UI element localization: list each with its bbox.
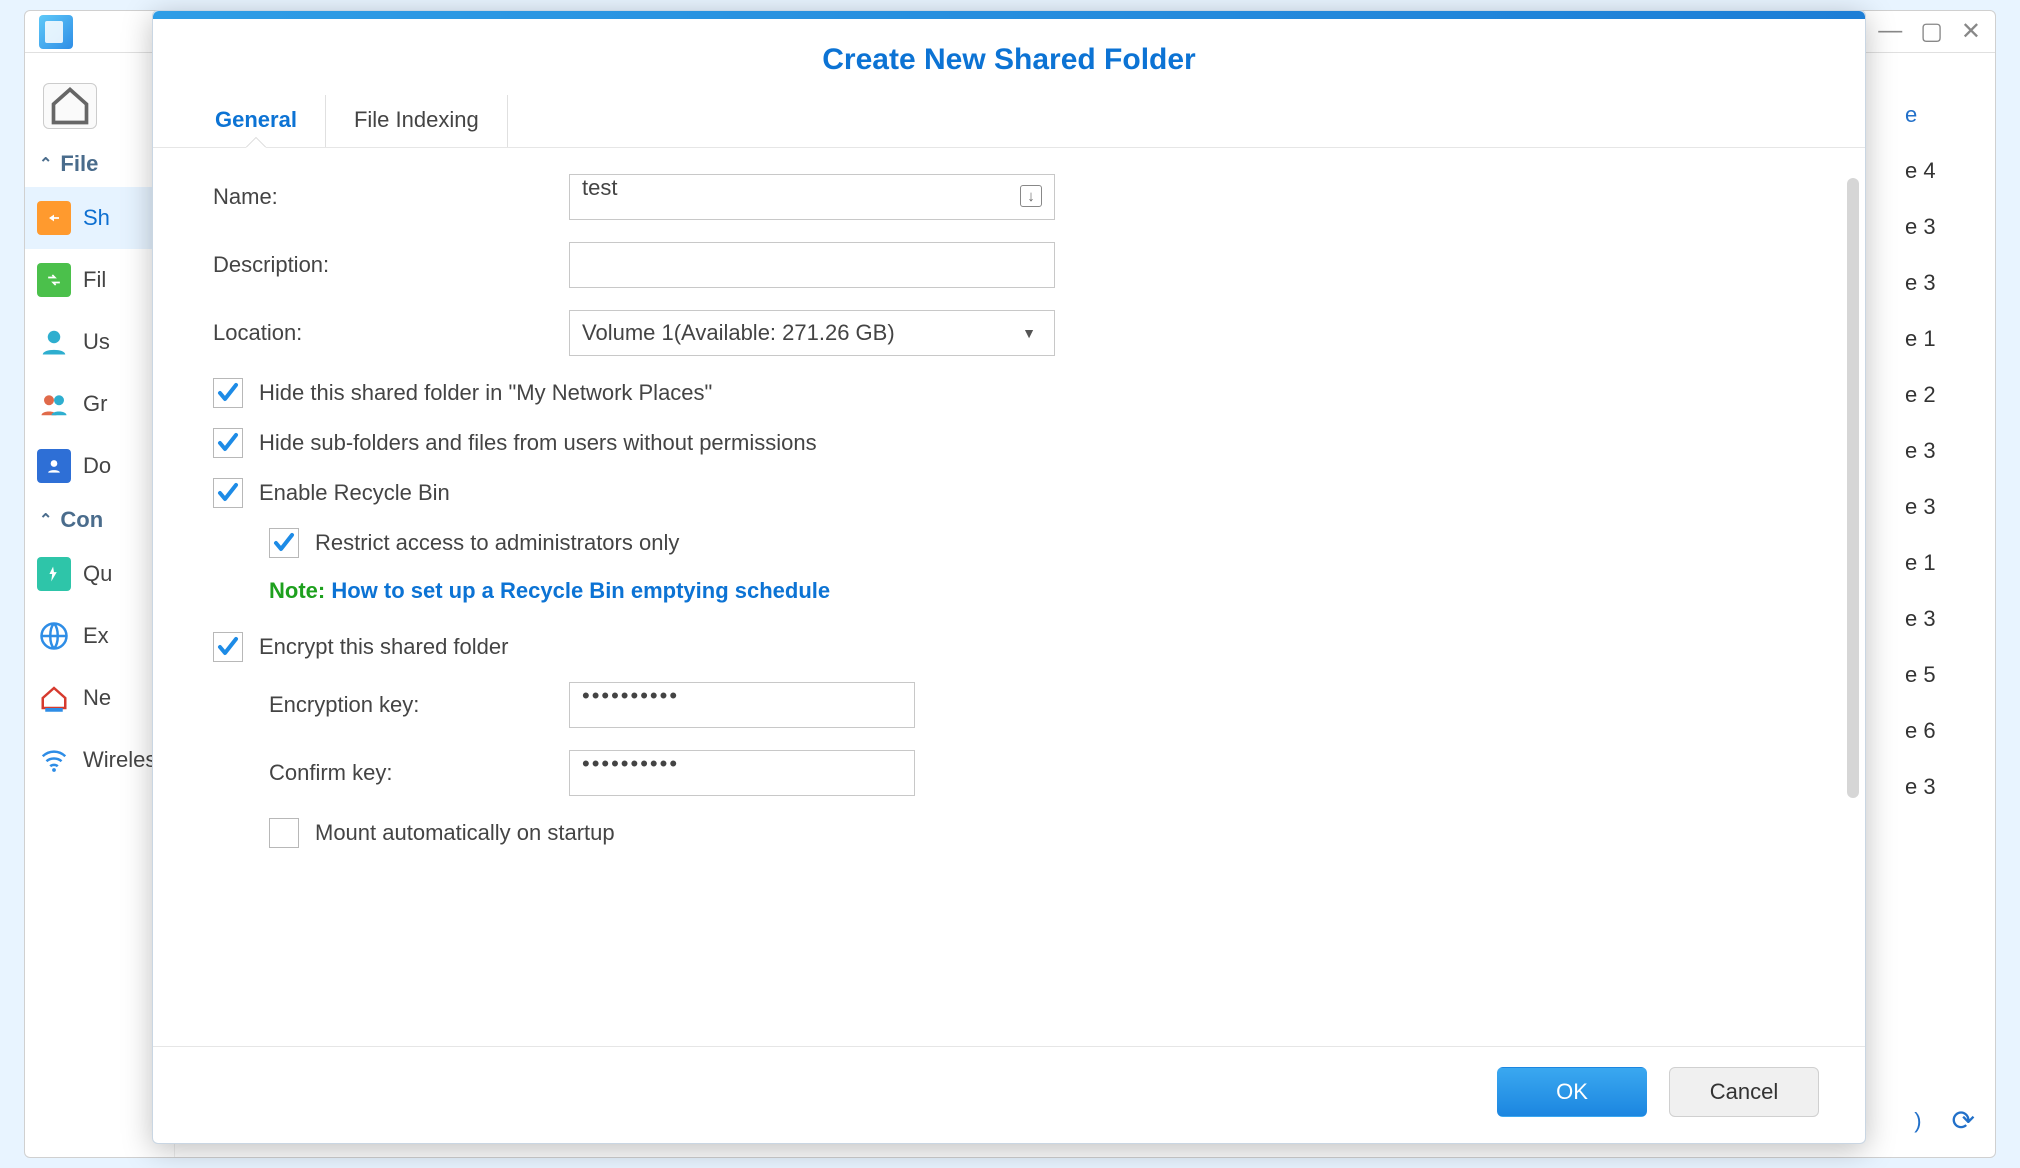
table-row: e 4 [1901,143,1995,199]
restrict-admin-label: Restrict access to administrators only [315,530,679,556]
app-icon [39,15,73,49]
recycle-bin-note: Note: How to set up a Recycle Bin emptyi… [269,578,1795,604]
location-value: Volume 1(Available: 271.26 GB) [582,320,895,346]
name-value: test [582,175,617,200]
create-shared-folder-modal: Create New Shared Folder General File In… [152,10,1866,1144]
location-select[interactable]: Volume 1(Available: 271.26 GB) ▼ [569,310,1055,356]
confirm-key-value: •••••••••• [582,751,679,776]
chevron-up-icon: ⌃ [39,510,52,530]
sidebar-section-label: File [60,151,98,177]
sidebar-item-label: Gr [83,391,107,417]
ok-button[interactable]: OK [1497,1067,1647,1117]
sidebar-item-label: Ne [83,685,111,711]
encryption-key-input[interactable]: •••••••••• [569,682,915,728]
mount-startup-checkbox[interactable] [269,818,299,848]
name-input[interactable]: test [569,174,1055,220]
chevron-up-icon: ⌃ [39,154,52,174]
table-row: e 2 [1901,367,1995,423]
file-transfer-icon [37,263,71,297]
scrollbar-thumb[interactable] [1847,178,1859,798]
hide-network-label: Hide this shared folder in "My Network P… [259,380,712,406]
encrypt-label: Encrypt this shared folder [259,634,508,660]
sidebar-item-label: Fil [83,267,106,293]
minimize-icon[interactable]: — [1878,17,1902,46]
modal-accent-bar [153,11,1865,19]
encryption-key-value: •••••••••• [582,683,679,708]
table-row: e 3 [1901,199,1995,255]
sidebar-item-label: Us [83,329,110,355]
sidebar-item-label: Sh [83,205,110,231]
confirm-key-input[interactable]: •••••••••• [569,750,915,796]
recycle-bin-checkbox[interactable] [213,478,243,508]
recycle-schedule-link[interactable]: How to set up a Recycle Bin emptying sch… [331,578,830,603]
network-icon [37,681,71,715]
description-input[interactable] [569,242,1055,288]
cloud-bolt-icon [37,557,71,591]
recycle-bin-label: Enable Recycle Bin [259,480,450,506]
table-row: e 3 [1901,479,1995,535]
table-row: e 5 [1901,647,1995,703]
user-icon [37,325,71,359]
folder-share-icon [37,201,71,235]
contacts-icon [37,449,71,483]
bg-col-header: e [1901,87,1995,143]
name-label: Name: [213,184,569,210]
table-row: e 1 [1901,311,1995,367]
bg-footer-text[interactable]: ) [1914,1108,1921,1134]
modal-footer: OK Cancel [153,1046,1865,1143]
tab-file-indexing[interactable]: File Indexing [326,95,508,147]
note-prefix: Note: [269,578,325,603]
table-row: e 3 [1901,255,1995,311]
table-row: e 6 [1901,703,1995,759]
hide-network-checkbox[interactable] [213,378,243,408]
hide-subfolders-checkbox[interactable] [213,428,243,458]
table-row: e 3 [1901,759,1995,815]
home-button[interactable] [43,83,97,129]
sidebar-item-label: Ex [83,623,109,649]
refresh-icon[interactable]: ⟳ [1952,1104,1975,1137]
modal-tabs: General File Indexing [153,95,1865,148]
bg-right-column: e e 4 e 3 e 3 e 1 e 2 e 3 e 3 e 1 e 3 e … [1901,87,1995,1147]
sidebar-section-label: Con [60,507,103,533]
hide-subfolders-label: Hide sub-folders and files from users wi… [259,430,817,456]
description-label: Description: [213,252,569,278]
tab-general[interactable]: General [187,95,326,147]
group-icon [37,387,71,421]
wifi-icon [37,743,71,777]
modal-title: Create New Shared Folder [153,19,1865,95]
table-row: e 1 [1901,535,1995,591]
maximize-icon[interactable]: ▢ [1920,17,1943,46]
restrict-admin-checkbox[interactable] [269,528,299,558]
location-label: Location: [213,320,569,346]
modal-content: Name: test Description: Location: Volume… [153,148,1865,1046]
sidebar-item-label: Do [83,453,111,479]
sidebar-item-label: Qu [83,561,112,587]
confirm-key-label: Confirm key: [269,760,569,786]
close-icon[interactable]: ✕ [1961,17,1981,46]
cancel-button[interactable]: Cancel [1669,1067,1819,1117]
encryption-key-label: Encryption key: [269,692,569,718]
table-row: e 3 [1901,591,1995,647]
encrypt-checkbox[interactable] [213,632,243,662]
chevron-down-icon: ▼ [1022,325,1036,341]
table-row: e 3 [1901,423,1995,479]
globe-icon [37,619,71,653]
mount-startup-label: Mount automatically on startup [315,820,615,846]
autofill-icon[interactable] [1020,185,1042,207]
